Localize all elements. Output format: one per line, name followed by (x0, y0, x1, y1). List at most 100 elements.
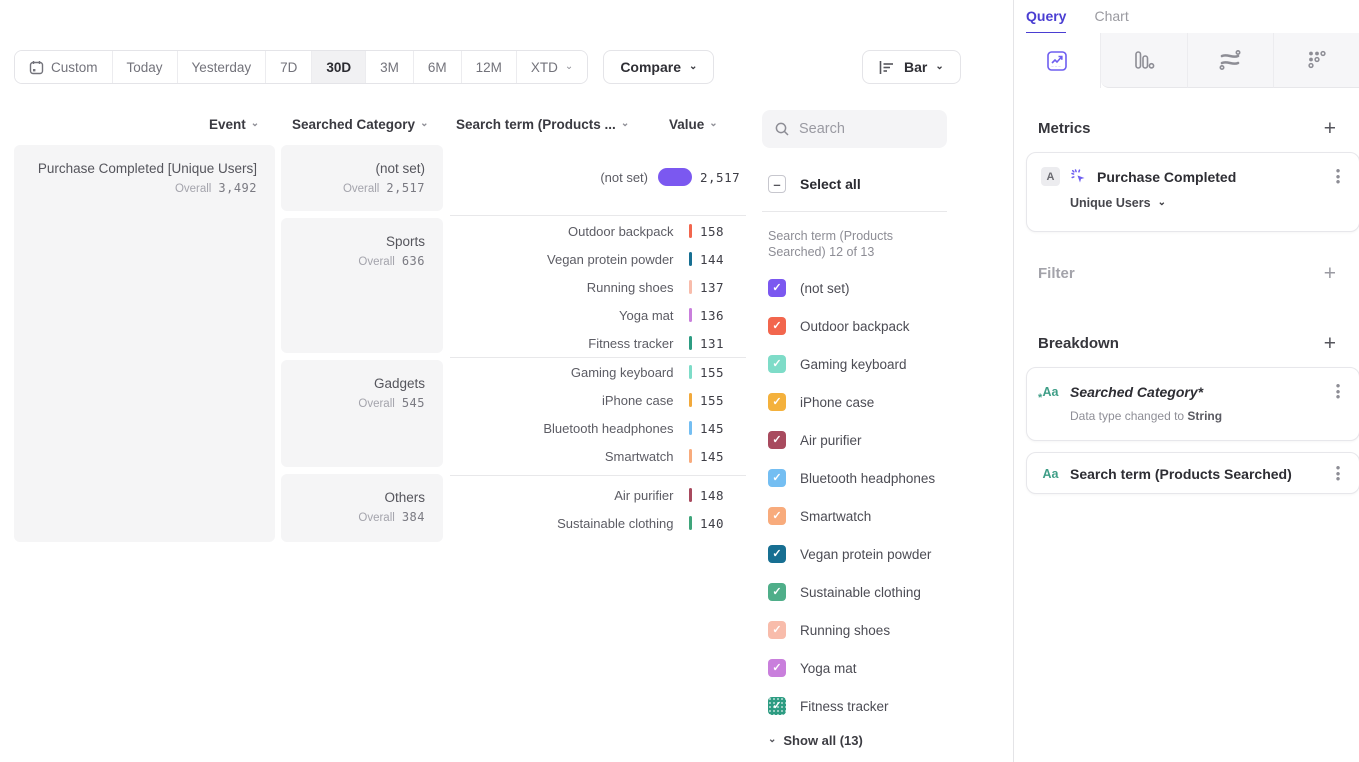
filter-title: Filter (1038, 265, 1075, 282)
chevron-down-icon: ⌄ (935, 61, 943, 72)
chevron-down-icon: ⌄ (709, 118, 717, 129)
event-overall-value: 3,492 (218, 181, 257, 195)
legend-item[interactable]: ✓ Running shoes (768, 621, 890, 639)
checkbox[interactable]: ✓ (768, 697, 786, 715)
legend-item[interactable]: ✓ Air purifier (768, 431, 862, 449)
legend-item[interactable]: ✓ Yoga mat (768, 659, 857, 677)
value-row[interactable]: Yoga mat 136 (450, 301, 746, 329)
category-box-sports[interactable]: Sports Overall636 (281, 218, 443, 353)
date-yesterday-button[interactable]: Yesterday (178, 51, 267, 83)
date-7d-button[interactable]: 7D (266, 51, 312, 83)
chevron-down-icon: ⌄ (768, 734, 776, 745)
metric-name: Purchase Completed (1097, 169, 1321, 185)
kebab-menu-icon[interactable]: ••• (1331, 168, 1345, 186)
tab-flows[interactable] (1187, 33, 1274, 88)
value-bar (689, 516, 693, 530)
breakdown-name: Search term (Products Searched) (1070, 466, 1321, 482)
value-row[interactable]: Outdoor backpack 158 (450, 217, 746, 245)
legend-item[interactable]: ✓ (not set) (768, 279, 850, 297)
tab-funnels[interactable] (1101, 33, 1187, 88)
date-custom-button[interactable]: Custom (15, 51, 113, 83)
value-group-sports: Outdoor backpack 158 Vegan protein powde… (450, 217, 746, 357)
value-row[interactable]: (not set) 2,517 (450, 163, 746, 191)
compare-button[interactable]: Compare ⌄ (603, 50, 714, 84)
date-3m-button[interactable]: 3M (366, 51, 414, 83)
checkbox[interactable]: ✓ (768, 431, 786, 449)
metrics-section-header: Metrics + (1038, 118, 1336, 139)
string-type-icon: Aa (1041, 464, 1060, 483)
value-row[interactable]: Bluetooth headphones 145 (450, 414, 746, 442)
legend-item[interactable]: ✓ iPhone case (768, 393, 874, 411)
checkbox[interactable]: ✓ (768, 583, 786, 601)
column-header-searched-category[interactable]: Searched Category⌄ (292, 117, 428, 132)
chevron-down-icon: ⌄ (1158, 197, 1166, 208)
breakdown-card-searched-category[interactable]: Aa* Searched Category* ••• Data type cha… (1026, 367, 1359, 441)
checkbox[interactable]: ✓ (768, 621, 786, 639)
value-row[interactable]: Smartwatch 145 (450, 442, 746, 470)
value-bar (689, 365, 693, 379)
date-12m-button[interactable]: 12M (462, 51, 517, 83)
add-metric-button[interactable]: + (1324, 118, 1336, 139)
legend-item[interactable]: ✓ Bluetooth headphones (768, 469, 935, 487)
value-row[interactable]: Gaming keyboard 155 (450, 358, 746, 386)
date-xtd-button[interactable]: XTD ⌄ (517, 51, 587, 83)
metric-aggregation[interactable]: Unique Users ⌄ (1027, 186, 1359, 223)
date-today-button[interactable]: Today (113, 51, 178, 83)
chevron-down-icon: ⌄ (420, 118, 428, 129)
category-box-gadgets[interactable]: Gadgets Overall545 (281, 360, 443, 467)
tab-query[interactable]: Query (1026, 8, 1066, 35)
value-bar (689, 252, 693, 266)
value-row[interactable]: Vegan protein powder 144 (450, 245, 746, 273)
calendar-icon (29, 60, 44, 75)
chevron-down-icon: ⌄ (251, 118, 259, 129)
checkbox[interactable]: ✓ (768, 507, 786, 525)
legend-item[interactable]: ✓ Outdoor backpack (768, 317, 910, 335)
add-breakdown-button[interactable]: + (1324, 333, 1336, 354)
legend-item[interactable]: ✓ Sustainable clothing (768, 583, 921, 601)
metric-card[interactable]: A Purchase Completed ••• Unique Users ⌄ (1026, 152, 1359, 232)
column-header-value[interactable]: Value⌄ (669, 117, 718, 132)
checkbox[interactable]: ✓ (768, 469, 786, 487)
value-row[interactable]: Sustainable clothing 140 (450, 509, 746, 537)
legend-search (762, 110, 947, 148)
checkbox[interactable]: ✓ (768, 317, 786, 335)
chart-type-select[interactable]: Bar ⌄ (862, 50, 961, 84)
legend-item[interactable]: ✓ Fitness tracker (768, 697, 889, 715)
tab-chart[interactable]: Chart (1094, 8, 1128, 35)
tab-insights[interactable] (1014, 33, 1101, 88)
category-box-not-set[interactable]: (not set) Overall2,517 (281, 145, 443, 211)
value-bar (689, 308, 693, 322)
checkbox[interactable]: ✓ (768, 279, 786, 297)
date-6m-button[interactable]: 6M (414, 51, 462, 83)
breakdown-title: Breakdown (1038, 335, 1119, 352)
add-filter-button[interactable]: + (1324, 263, 1336, 284)
value-row[interactable]: Air purifier 148 (450, 481, 746, 509)
event-spark-icon (1070, 168, 1087, 185)
legend-item[interactable]: ✓ Gaming keyboard (768, 355, 907, 373)
chevron-down-icon: ⌄ (689, 61, 697, 72)
date-30d-button[interactable]: 30D (312, 51, 366, 83)
event-box[interactable]: Purchase Completed [Unique Users] Overal… (14, 145, 275, 542)
select-all-row[interactable]: – Select all (768, 175, 861, 193)
search-input[interactable] (799, 121, 939, 137)
checkbox[interactable]: ✓ (768, 355, 786, 373)
checkbox[interactable]: ✓ (768, 545, 786, 563)
checkbox[interactable]: ✓ (768, 659, 786, 677)
kebab-menu-icon[interactable]: ••• (1331, 383, 1345, 401)
column-header-event[interactable]: Event⌄ (209, 117, 259, 132)
value-row[interactable]: Fitness tracker 131 (450, 329, 746, 357)
breakdown-card-search-term[interactable]: Aa Search term (Products Searched) ••• (1026, 452, 1359, 494)
legend-item[interactable]: ✓ Vegan protein powder (768, 545, 931, 563)
select-all-checkbox[interactable]: – (768, 175, 786, 193)
kebab-menu-icon[interactable]: ••• (1331, 465, 1345, 483)
legend-item[interactable]: ✓ Smartwatch (768, 507, 871, 525)
show-all-button[interactable]: ⌄ Show all (13) (768, 733, 863, 748)
value-group-not-set: (not set) 2,517 (450, 163, 746, 191)
value-row[interactable]: iPhone case 155 (450, 386, 746, 414)
category-box-others[interactable]: Others Overall384 (281, 474, 443, 542)
column-header-search-term[interactable]: Search term (Products ...⌄ (456, 117, 629, 132)
date-range-group: Custom Today Yesterday 7D 30D 3M 6M 12M … (14, 50, 588, 84)
value-row[interactable]: Running shoes 137 (450, 273, 746, 301)
tab-retention[interactable] (1273, 33, 1359, 88)
checkbox[interactable]: ✓ (768, 393, 786, 411)
